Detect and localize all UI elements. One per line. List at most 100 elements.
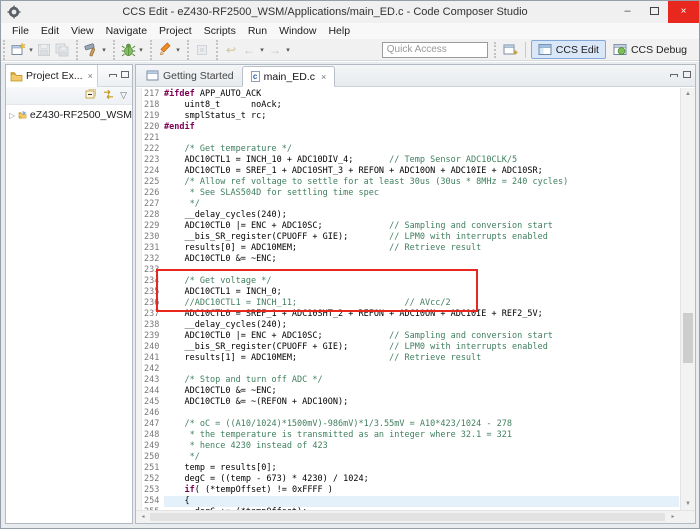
line-number[interactable]: 238 [144, 320, 164, 331]
code-line[interactable]: { [164, 496, 679, 507]
line-number[interactable]: 226 [144, 188, 164, 199]
line-number[interactable]: 237 [144, 309, 164, 320]
line-number[interactable]: 223 [144, 155, 164, 166]
code-line[interactable]: ADC10CTL1 = INCH_10 + ADC10DIV_4; // Tem… [164, 155, 679, 166]
line-number[interactable]: 240 [144, 342, 164, 353]
code-line[interactable]: __bis_SR_register(CPUOFF + GIE); // LPM0… [164, 232, 679, 243]
line-number[interactable]: 244 [144, 386, 164, 397]
line-number[interactable]: 243 [144, 375, 164, 386]
menu-item-run[interactable]: Run [242, 23, 273, 39]
line-number[interactable]: 229 [144, 221, 164, 232]
line-number[interactable]: 219 [144, 111, 164, 122]
line-number[interactable]: 234 [144, 276, 164, 287]
line-number[interactable]: 245 [144, 397, 164, 408]
line-number[interactable]: 232 [144, 254, 164, 265]
code-line[interactable]: #ifdef APP_AUTO_ACK [164, 89, 679, 100]
line-number[interactable]: 230 [144, 232, 164, 243]
vertical-scrollbar[interactable]: ▲ ▼ [680, 88, 695, 510]
code-line[interactable]: #endif [164, 122, 679, 133]
flash-icon[interactable] [156, 41, 174, 59]
forward-dropdown-icon[interactable]: ▾ [284, 46, 292, 54]
code-line[interactable]: ADC10CTL0 &= ~ENC; [164, 386, 679, 397]
line-number[interactable]: 249 [144, 441, 164, 452]
code-line[interactable]: __delay_cycles(240); [164, 210, 679, 221]
line-number[interactable]: 253 [144, 485, 164, 496]
menu-item-scripts[interactable]: Scripts [198, 23, 242, 39]
code-line[interactable]: * hence 4230 instead of 423 [164, 441, 679, 452]
code-line[interactable]: degC = ((temp - 673) * 4230) / 1024; [164, 474, 679, 485]
code-line[interactable] [164, 265, 679, 276]
line-number[interactable]: 251 [144, 463, 164, 474]
line-number[interactable]: 247 [144, 419, 164, 430]
line-number[interactable]: 239 [144, 331, 164, 342]
view-maximize-button[interactable] [121, 70, 129, 81]
line-number[interactable]: 235 [144, 287, 164, 298]
quick-access-input[interactable] [381, 41, 488, 58]
code-line[interactable]: __delay_cycles(240); [164, 320, 679, 331]
line-number[interactable]: 233 [144, 265, 164, 276]
maximize-button[interactable] [641, 1, 668, 23]
code-line[interactable]: /* Allow ref voltage to settle for at le… [164, 177, 679, 188]
code-line[interactable]: ADC10CTL0 &= ~ENC; [164, 254, 679, 265]
line-number[interactable]: 218 [144, 100, 164, 111]
code-line[interactable]: results[1] = ADC10MEM; // Retrieve resul… [164, 353, 679, 364]
menu-item-edit[interactable]: Edit [35, 23, 65, 39]
editor-maximize-button[interactable] [683, 70, 691, 81]
code-line[interactable]: /* Stop and turn off ADC */ [164, 375, 679, 386]
code-line[interactable]: /* Get voltage */ [164, 276, 679, 287]
line-number[interactable]: 231 [144, 243, 164, 254]
code-line[interactable]: results[0] = ADC10MEM; // Retrieve resul… [164, 243, 679, 254]
scroll-right-icon[interactable]: ▸ [667, 511, 679, 524]
code-line[interactable]: //ADC10CTL1 = INCH_11; // AVcc/2 [164, 298, 679, 309]
minimize-button[interactable]: – [614, 1, 641, 23]
scroll-down-icon[interactable]: ▼ [681, 501, 695, 507]
line-number[interactable]: 228 [144, 210, 164, 221]
project-explorer-tab[interactable]: Project Ex... × [6, 65, 98, 87]
tab-getting-started[interactable]: Getting Started [138, 65, 242, 86]
code-line[interactable]: ADC10CTL0 = SREF_1 + ADC10SHT_2 + REFON … [164, 309, 679, 320]
view-menu-icon[interactable]: ▽ [120, 90, 127, 101]
scroll-up-icon[interactable]: ▲ [681, 91, 695, 97]
code-line[interactable]: ADC10CTL0 = SREF_1 + ADC10SHT_3 + REFON … [164, 166, 679, 177]
code-line[interactable]: /* oC = ((A10/1024)*1500mV)-986mV)*1/3.5… [164, 419, 679, 430]
code-line[interactable] [164, 364, 679, 375]
perspective-ccs-debug-button[interactable]: CCS Debug [606, 40, 694, 59]
line-number[interactable]: 248 [144, 430, 164, 441]
code-line[interactable] [164, 133, 679, 144]
menu-item-window[interactable]: Window [273, 23, 322, 39]
view-minimize-button[interactable] [109, 70, 117, 81]
code-line[interactable]: ADC10CTL1 = INCH_0; [164, 287, 679, 298]
line-number[interactable]: 221 [144, 133, 164, 144]
line-number[interactable]: 217 [144, 89, 164, 100]
code-line[interactable]: */ [164, 452, 679, 463]
code-line[interactable]: */ [164, 199, 679, 210]
code-line[interactable]: uint8_t noAck; [164, 100, 679, 111]
perspective-ccs-edit-button[interactable]: CCS Edit [530, 40, 606, 59]
menu-item-project[interactable]: Project [153, 23, 198, 39]
tree-item-project[interactable]: ▷ eZ430-RF2500_WSM [6, 106, 132, 121]
line-number[interactable]: 225 [144, 177, 164, 188]
code-line[interactable]: temp = results[0]; [164, 463, 679, 474]
code-line[interactable]: ADC10CTL0 |= ENC + ADC10SC; // Sampling … [164, 331, 679, 342]
back-dropdown-icon[interactable]: ▾ [258, 46, 266, 54]
code-line[interactable]: ADC10CTL0 &= ~(REFON + ADC10ON); [164, 397, 679, 408]
app-icon[interactable] [7, 5, 21, 24]
open-perspective-icon[interactable] [502, 41, 520, 59]
code-line[interactable]: smplStatus_t rc; [164, 111, 679, 122]
menu-item-file[interactable]: File [6, 23, 35, 39]
menu-item-navigate[interactable]: Navigate [100, 23, 153, 39]
annotation-ruler[interactable] [136, 88, 142, 510]
editor-minimize-button[interactable] [670, 70, 678, 81]
line-number[interactable]: 227 [144, 199, 164, 210]
line-number[interactable]: 246 [144, 408, 164, 419]
line-number[interactable]: 242 [144, 364, 164, 375]
scroll-left-icon[interactable]: ◂ [137, 511, 149, 524]
horizontal-scrollbar-thumb[interactable] [150, 513, 665, 521]
code-line[interactable]: if( (*tempOffset) != 0xFFFF ) [164, 485, 679, 496]
debug-dropdown-icon[interactable]: ▾ [137, 46, 145, 54]
line-number[interactable]: 254 [144, 496, 164, 507]
close-icon[interactable]: × [321, 72, 326, 82]
close-button[interactable]: × [668, 1, 699, 23]
line-number[interactable]: 220 [144, 122, 164, 133]
new-icon[interactable] [9, 41, 27, 59]
